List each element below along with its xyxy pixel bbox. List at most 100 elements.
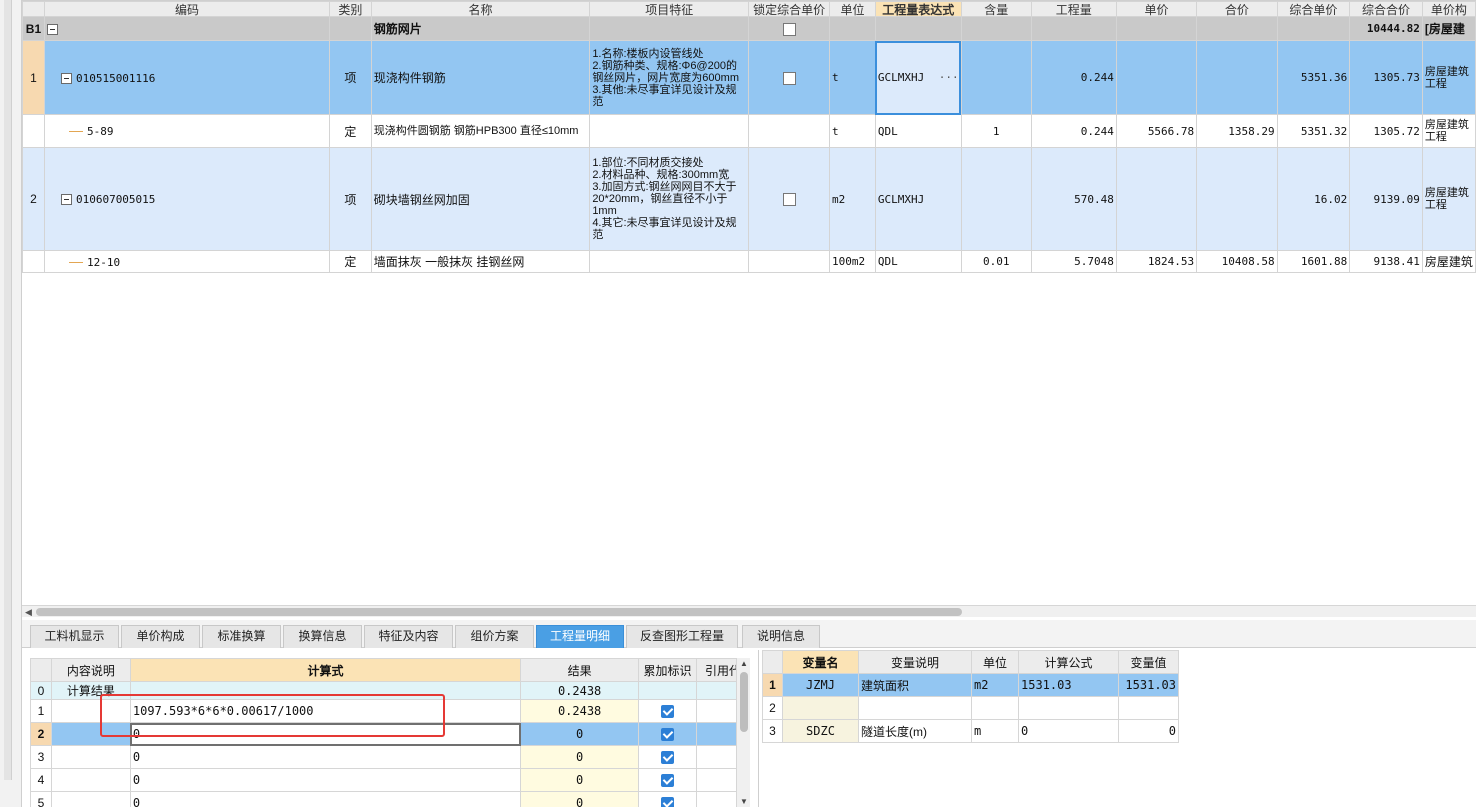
checkbox-checked-icon[interactable]	[661, 751, 674, 765]
item-qty[interactable]: 570.48	[1030, 147, 1117, 251]
var-formula[interactable]	[1018, 696, 1119, 720]
lock-cell[interactable]	[748, 114, 831, 148]
col-header-result[interactable]: 结果	[520, 658, 640, 682]
var-name[interactable]: JZMJ	[782, 673, 859, 697]
item-unit[interactable]: t	[829, 40, 876, 115]
item-content[interactable]: 1	[960, 114, 1032, 148]
detail-accumulate[interactable]	[638, 722, 697, 746]
detail-desc[interactable]	[50, 699, 131, 723]
item-extra[interactable]: 房屋建筑	[1421, 250, 1476, 273]
collapse-icon[interactable]	[60, 72, 72, 84]
variable-row[interactable]: 1 JZMJ 建筑面积 m2 1531.03 1531.03	[762, 673, 1179, 697]
code-cell[interactable]: 010607005015	[43, 147, 331, 251]
item-price[interactable]: 1824.53	[1115, 250, 1198, 273]
tab-reverse-lookup[interactable]: 反查图形工程量	[626, 625, 738, 648]
item-content[interactable]	[960, 147, 1032, 251]
var-name[interactable]	[782, 696, 859, 720]
lock-checkbox[interactable]	[782, 193, 796, 207]
item-qty[interactable]: 0.244	[1030, 114, 1117, 148]
variable-row[interactable]: 2	[762, 696, 1179, 720]
col-header-var-unit[interactable]: 单位	[971, 650, 1019, 674]
item-comp-price[interactable]: 5351.36	[1276, 40, 1351, 115]
left-scrollbar[interactable]	[4, 0, 12, 780]
detail-formula[interactable]: 1097.593*6*6*0.00617/1000	[129, 699, 522, 723]
lock-checkbox[interactable]	[782, 71, 796, 85]
detail-desc[interactable]	[50, 791, 131, 807]
table-row[interactable]: 1 010515001116 项 现浇构件钢筋 1.名称:楼板内设管线处 2.钢…	[22, 40, 1476, 115]
item-expr[interactable]: GCLMXHJ	[874, 147, 962, 251]
group-row[interactable]: B1 钢筋网片 10444.82 [房屋建	[22, 16, 1476, 41]
lock-checkbox[interactable]	[782, 22, 796, 36]
col-header-type[interactable]: 类别	[329, 1, 372, 17]
tab-conversion-info[interactable]: 换算信息	[283, 625, 362, 648]
item-amount[interactable]	[1196, 147, 1278, 251]
item-comp-amount[interactable]: 1305.72	[1349, 114, 1423, 148]
item-unit[interactable]: 100m2	[829, 250, 876, 273]
col-header-lock-price[interactable]: 锁定综合单价	[748, 1, 831, 17]
item-features[interactable]	[589, 250, 750, 273]
code-cell[interactable]: 5-89	[43, 114, 331, 148]
col-header-extra[interactable]: 单价构	[1421, 1, 1476, 17]
item-features[interactable]: 1.部位:不同材质交接处 2.材料品种、规格:300mm宽 3.加固方式:钢丝网…	[589, 147, 750, 251]
item-extra[interactable]: 房屋建筑工程	[1421, 40, 1476, 115]
col-header-amount[interactable]: 合价	[1196, 1, 1278, 17]
detail-row[interactable]: 5 0 0	[30, 791, 750, 807]
item-comp-amount[interactable]: 9139.09	[1349, 147, 1423, 251]
item-qty[interactable]: 5.7048	[1030, 250, 1117, 273]
tab-standard-conversion[interactable]: 标准换算	[202, 625, 281, 648]
item-type[interactable]: 项	[329, 40, 372, 115]
scroll-down-icon[interactable]: ▼	[740, 797, 748, 806]
col-header-unit[interactable]: 单位	[829, 1, 876, 17]
code-cell[interactable]: 12-10	[43, 250, 331, 273]
detail-row[interactable]: 1 1097.593*6*6*0.00617/1000 0.2438	[30, 699, 750, 723]
tab-quantity-detail[interactable]: 工程量明细	[536, 625, 624, 648]
col-header-formula[interactable]: 计算式	[129, 658, 522, 682]
var-desc[interactable]: 隧道长度(m)	[858, 719, 972, 743]
tab-labor-material[interactable]: 工料机显示	[30, 625, 119, 648]
checkbox-checked-icon[interactable]	[661, 774, 674, 788]
var-unit[interactable]: m	[971, 719, 1019, 743]
var-unit[interactable]: m2	[971, 673, 1019, 697]
var-name[interactable]: SDZC	[782, 719, 859, 743]
item-price[interactable]	[1115, 40, 1198, 115]
var-desc[interactable]: 建筑面积	[858, 673, 972, 697]
detail-desc[interactable]: 计算结果	[50, 681, 131, 700]
detail-desc[interactable]	[50, 768, 131, 792]
detail-accumulate[interactable]	[638, 699, 697, 723]
item-type[interactable]: 定	[329, 114, 372, 148]
detail-formula[interactable]: 0	[129, 722, 522, 746]
item-amount[interactable]: 10408.58	[1196, 250, 1278, 273]
detail-accumulate[interactable]	[638, 681, 697, 700]
scroll-thumb[interactable]	[36, 608, 962, 616]
item-qty[interactable]: 0.244	[1030, 40, 1117, 115]
item-amount[interactable]	[1196, 40, 1278, 115]
col-header-code[interactable]: 编码	[43, 1, 331, 17]
item-comp-price[interactable]: 1601.88	[1276, 250, 1351, 273]
item-expr[interactable]: GCLMXHJ ···	[874, 40, 962, 115]
group-toggle-cell[interactable]	[43, 16, 331, 41]
item-features[interactable]: 1.名称:楼板内设管线处 2.钢筋种类、规格:Φ6@200的钢丝网片，网片宽度为…	[589, 40, 750, 115]
item-name[interactable]: 砌块墙钢丝网加固	[370, 147, 591, 251]
detail-row[interactable]: 4 0 0	[30, 768, 750, 792]
table-row[interactable]: 2 010607005015 项 砌块墙钢丝网加固 1.部位:不同材质交接处 2…	[22, 147, 1476, 251]
item-comp-price[interactable]: 5351.32	[1276, 114, 1351, 148]
item-comp-amount[interactable]: 1305.73	[1349, 40, 1423, 115]
checkbox-checked-icon[interactable]	[661, 705, 674, 719]
item-type[interactable]: 定	[329, 250, 372, 273]
detail-row[interactable]: 3 0 0	[30, 745, 750, 769]
item-extra[interactable]: 房屋建筑工程	[1421, 114, 1476, 148]
var-unit[interactable]	[971, 696, 1019, 720]
tab-pricing-plan[interactable]: 组价方案	[455, 625, 534, 648]
scroll-left-icon[interactable]: ◀	[25, 607, 32, 618]
item-content[interactable]: 0.01	[960, 250, 1032, 273]
detail-desc[interactable]	[50, 745, 131, 769]
checkbox-checked-icon[interactable]	[661, 728, 674, 742]
detail-formula[interactable]: 0	[129, 745, 522, 769]
item-price[interactable]	[1115, 147, 1198, 251]
col-header-price[interactable]: 单价	[1115, 1, 1198, 17]
horizontal-scrollbar[interactable]: ◀	[22, 605, 1476, 617]
item-extra[interactable]: 房屋建筑工程	[1421, 147, 1476, 251]
variable-row[interactable]: 3 SDZC 隧道长度(m) m 0 0	[762, 719, 1179, 743]
item-expr[interactable]: QDL	[874, 114, 962, 148]
col-header-accumulate[interactable]: 累加标识	[638, 658, 697, 682]
